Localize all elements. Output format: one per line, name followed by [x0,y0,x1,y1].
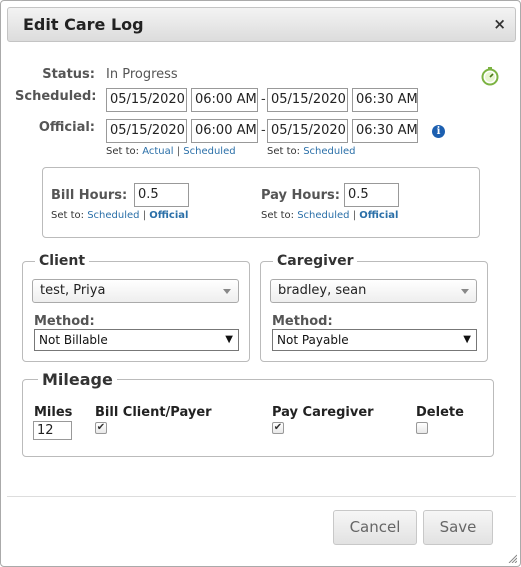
client-method-value: Not Billable [39,333,108,347]
chevron-down-icon [461,289,469,294]
link-separator: | [142,210,147,221]
dropdown-arrow-icon: ▼ [463,334,471,345]
save-button[interactable]: Save [423,510,493,545]
set-to-scheduled-link[interactable]: Scheduled [183,146,235,157]
stopwatch-icon[interactable] [480,66,500,86]
link-separator: | [176,146,181,157]
link-separator: | [352,210,357,221]
set-to-scheduled-link[interactable]: Scheduled [87,210,139,221]
chevron-down-icon [223,289,231,294]
pay-hours-label: Pay Hours: [261,188,340,203]
set-to-prefix: Set to: [106,146,140,157]
miles-label: Miles [34,405,73,420]
bill-hours-label: Bill Hours: [51,188,128,203]
bill-client-payer-checkbox[interactable]: ✔ [95,422,107,434]
set-to-official-link[interactable]: Official [359,210,398,221]
range-dash: - [261,123,266,138]
miles-input[interactable]: 12 [33,421,72,440]
footer-divider [7,496,516,497]
client-selected-value: test, Priya [40,283,106,298]
caregiver-method-label: Method: [272,314,333,329]
official-end-time-input[interactable]: 06:30 AM [352,119,418,143]
scheduled-start-date-input[interactable]: 05/15/2020 [106,88,187,112]
client-select[interactable]: test, Priya [32,279,239,303]
set-to-prefix: Set to: [51,210,85,221]
official-end-set-to: Set to: Scheduled [267,146,356,157]
scheduled-label: Scheduled: [15,89,97,104]
set-to-scheduled-link[interactable]: Scheduled [297,210,349,221]
official-label: Official: [38,120,95,135]
set-to-actual-link[interactable]: Actual [142,146,173,157]
status-value: In Progress [106,67,178,82]
caregiver-legend: Caregiver [273,253,358,269]
close-icon[interactable]: × [493,15,506,33]
caregiver-select[interactable]: bradley, sean [270,279,477,303]
official-start-time-input[interactable]: 06:00 AM [191,119,258,143]
cancel-button[interactable]: Cancel [333,510,417,545]
scheduled-end-date-input[interactable]: 05/15/2020 [267,88,348,112]
bill-client-payer-label: Bill Client/Payer [95,405,212,420]
official-end-date-input[interactable]: 05/15/2020 [267,119,348,143]
client-legend: Client [35,253,90,269]
status-label: Status: [42,67,95,82]
range-dash: - [261,92,266,107]
set-to-prefix: Set to: [267,146,301,157]
scheduled-end-time-input[interactable]: 06:30 AM [352,88,418,112]
caregiver-method-select[interactable]: Not Payable ▼ [272,329,477,351]
official-start-set-to: Set to: Actual | Scheduled [106,146,236,157]
pay-hours-set-to: Set to: Scheduled | Official [261,210,398,221]
info-icon[interactable]: i [432,125,445,138]
dialog-titlebar[interactable]: Edit Care Log × [7,7,516,42]
set-to-scheduled-link[interactable]: Scheduled [303,146,355,157]
set-to-prefix: Set to: [261,210,295,221]
bill-hours-set-to: Set to: Scheduled | Official [51,210,188,221]
resize-grip-icon[interactable] [507,553,517,563]
delete-label: Delete [416,405,464,420]
scheduled-start-time-input[interactable]: 06:00 AM [191,88,258,112]
client-method-label: Method: [34,314,95,329]
set-to-official-link[interactable]: Official [149,210,188,221]
caregiver-method-value: Not Payable [277,333,349,347]
pay-caregiver-checkbox[interactable]: ✔ [272,422,284,434]
dropdown-arrow-icon: ▼ [225,334,233,345]
bill-hours-input[interactable]: 0.5 [134,183,189,207]
delete-checkbox[interactable] [416,422,428,434]
pay-hours-input[interactable]: 0.5 [344,183,399,207]
official-start-date-input[interactable]: 05/15/2020 [106,119,187,143]
edit-care-log-dialog: Edit Care Log × Status: In Progress Sche… [0,0,521,567]
client-method-select[interactable]: Not Billable ▼ [34,329,239,351]
mileage-legend: Mileage [38,370,117,389]
caregiver-selected-value: bradley, sean [278,283,367,298]
pay-caregiver-label: Pay Caregiver [272,405,374,420]
dialog-title: Edit Care Log [23,15,144,34]
